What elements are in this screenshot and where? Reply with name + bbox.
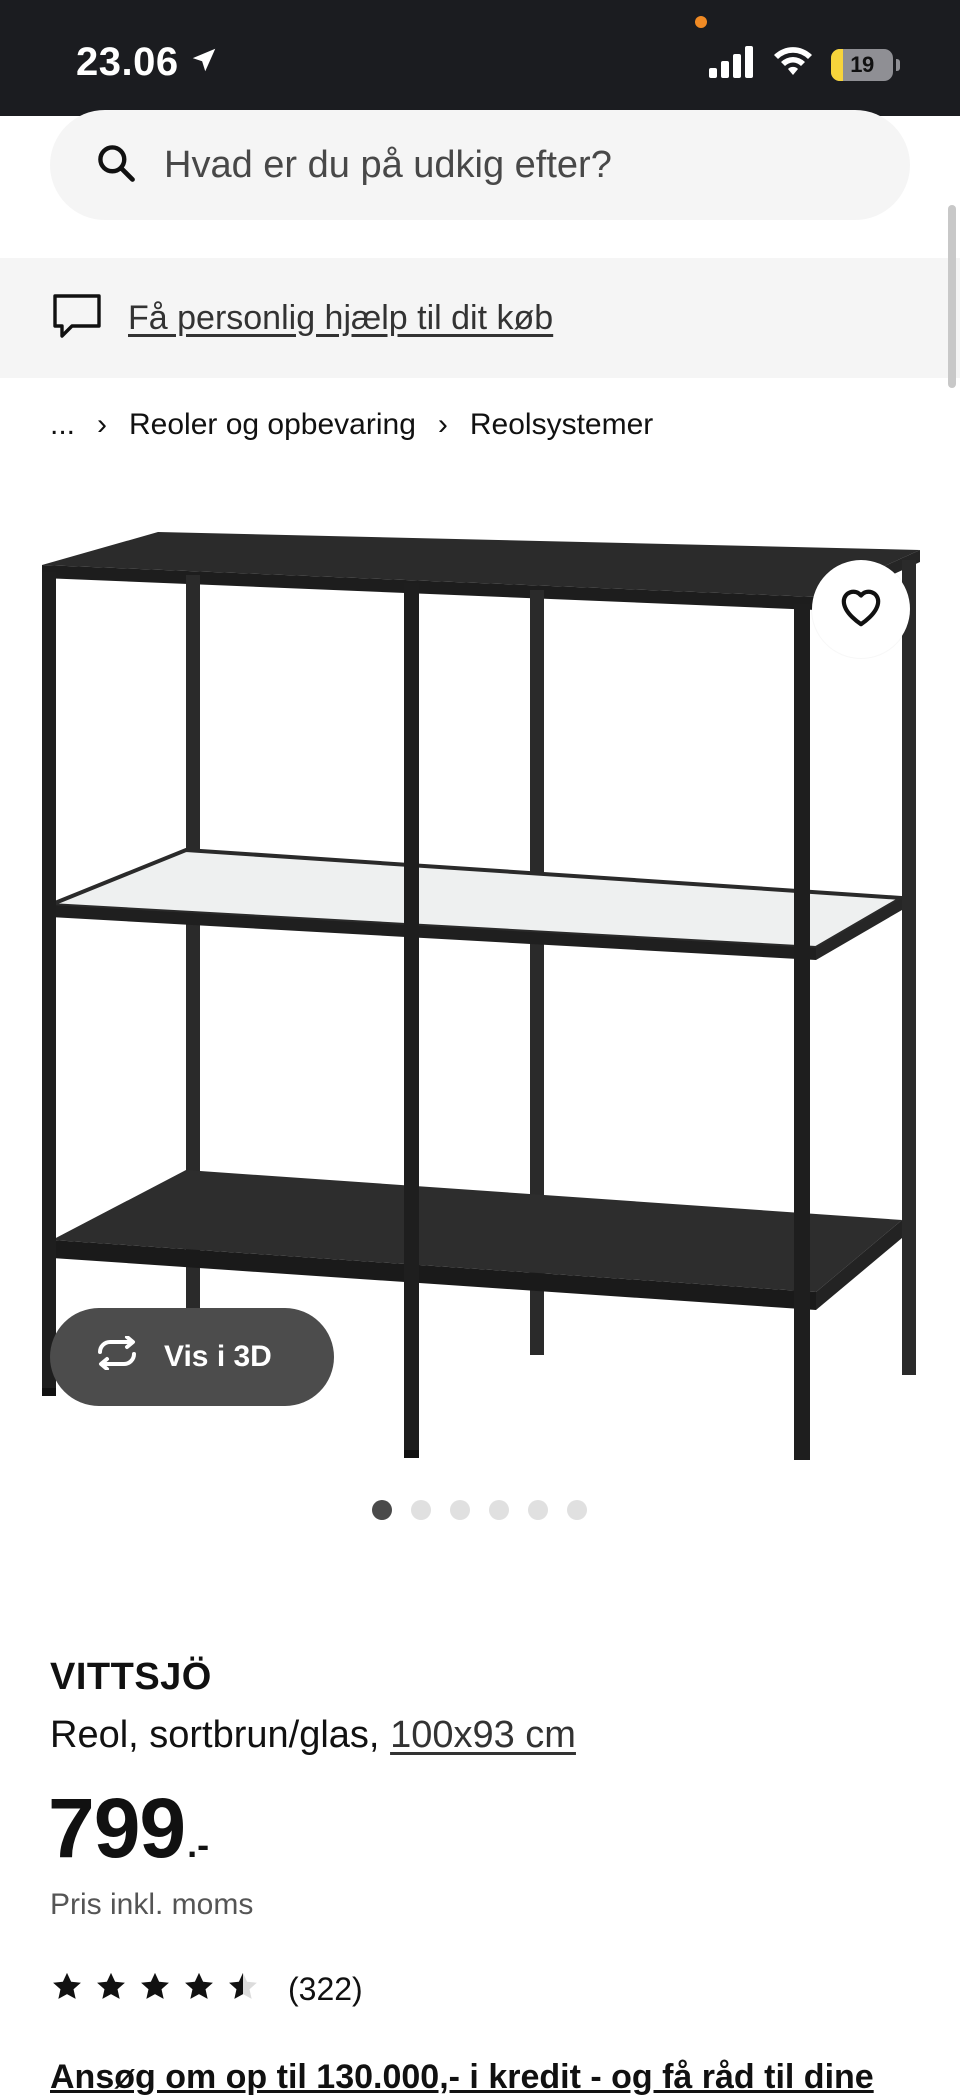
pagination-dot[interactable] bbox=[489, 1500, 509, 1520]
search-bar[interactable]: Hvad er du på udkig efter? bbox=[50, 110, 910, 220]
personal-help-link[interactable]: Få personlig hjælp til dit køb bbox=[128, 299, 553, 338]
rating[interactable]: (322) bbox=[50, 1970, 363, 2009]
breadcrumb-item-shelving-storage[interactable]: Reoler og opbevaring bbox=[129, 408, 416, 442]
product-size-link[interactable]: 100x93 cm bbox=[390, 1714, 576, 1756]
cellular-signal-icon bbox=[709, 46, 755, 83]
star-icon bbox=[138, 1970, 172, 2009]
product-description: Reol, sortbrun/glas, 100x93 cm bbox=[50, 1714, 576, 1757]
price: 799 .- bbox=[48, 1780, 209, 1877]
breadcrumb-ellipsis[interactable]: ... bbox=[50, 408, 75, 442]
chevron-right-icon: › bbox=[97, 408, 108, 441]
rating-stars bbox=[50, 1970, 260, 2009]
breadcrumb: ... › Reoler og opbevaring › Reolsysteme… bbox=[50, 408, 653, 442]
review-count: (322) bbox=[288, 1971, 363, 2007]
pagination-dot[interactable] bbox=[411, 1500, 431, 1520]
favorite-button[interactable] bbox=[812, 560, 910, 658]
help-banner[interactable]: Få personlig hjælp til dit køb bbox=[0, 258, 960, 378]
status-time: 23.06 bbox=[76, 40, 219, 85]
battery-percentage: 19 bbox=[850, 51, 874, 77]
chat-bubble-icon bbox=[50, 291, 104, 346]
clock-text: 23.06 bbox=[76, 40, 179, 84]
view-3d-button[interactable]: Vis i 3D bbox=[50, 1308, 334, 1406]
view-3d-label: Vis i 3D bbox=[164, 1340, 272, 1373]
search-placeholder: Hvad er du på udkig efter? bbox=[164, 143, 612, 186]
pagination-dot[interactable] bbox=[372, 1500, 392, 1520]
pagination-dot[interactable] bbox=[567, 1500, 587, 1520]
search-icon bbox=[94, 141, 138, 190]
breadcrumb-item-shelving-systems[interactable]: Reolsystemer bbox=[470, 408, 653, 442]
star-icon bbox=[226, 1970, 260, 2009]
price-amount: 799 bbox=[48, 1781, 186, 1875]
star-icon bbox=[50, 1970, 84, 2009]
pagination-dot[interactable] bbox=[528, 1500, 548, 1520]
rotate-3d-icon bbox=[92, 1335, 142, 1378]
location-arrow-icon bbox=[189, 40, 219, 85]
star-icon bbox=[182, 1970, 216, 2009]
pagination-dot[interactable] bbox=[450, 1500, 470, 1520]
product-type: Reol, sortbrun/glas, bbox=[50, 1714, 391, 1756]
chevron-right-icon: › bbox=[437, 408, 448, 441]
scrollbar[interactable] bbox=[948, 205, 956, 388]
product-name: VITTSJÖ bbox=[50, 1656, 212, 1698]
star-icon bbox=[94, 1970, 128, 2009]
status-bar: 23.06 19 bbox=[0, 0, 960, 116]
price-suffix: .- bbox=[187, 1824, 210, 1865]
privacy-indicator bbox=[695, 16, 707, 28]
battery-icon: 19 bbox=[831, 48, 893, 81]
image-pagination bbox=[372, 1500, 587, 1520]
heart-icon bbox=[838, 586, 884, 633]
wifi-icon bbox=[773, 47, 813, 82]
vat-note: Pris inkl. moms bbox=[50, 1888, 254, 1921]
